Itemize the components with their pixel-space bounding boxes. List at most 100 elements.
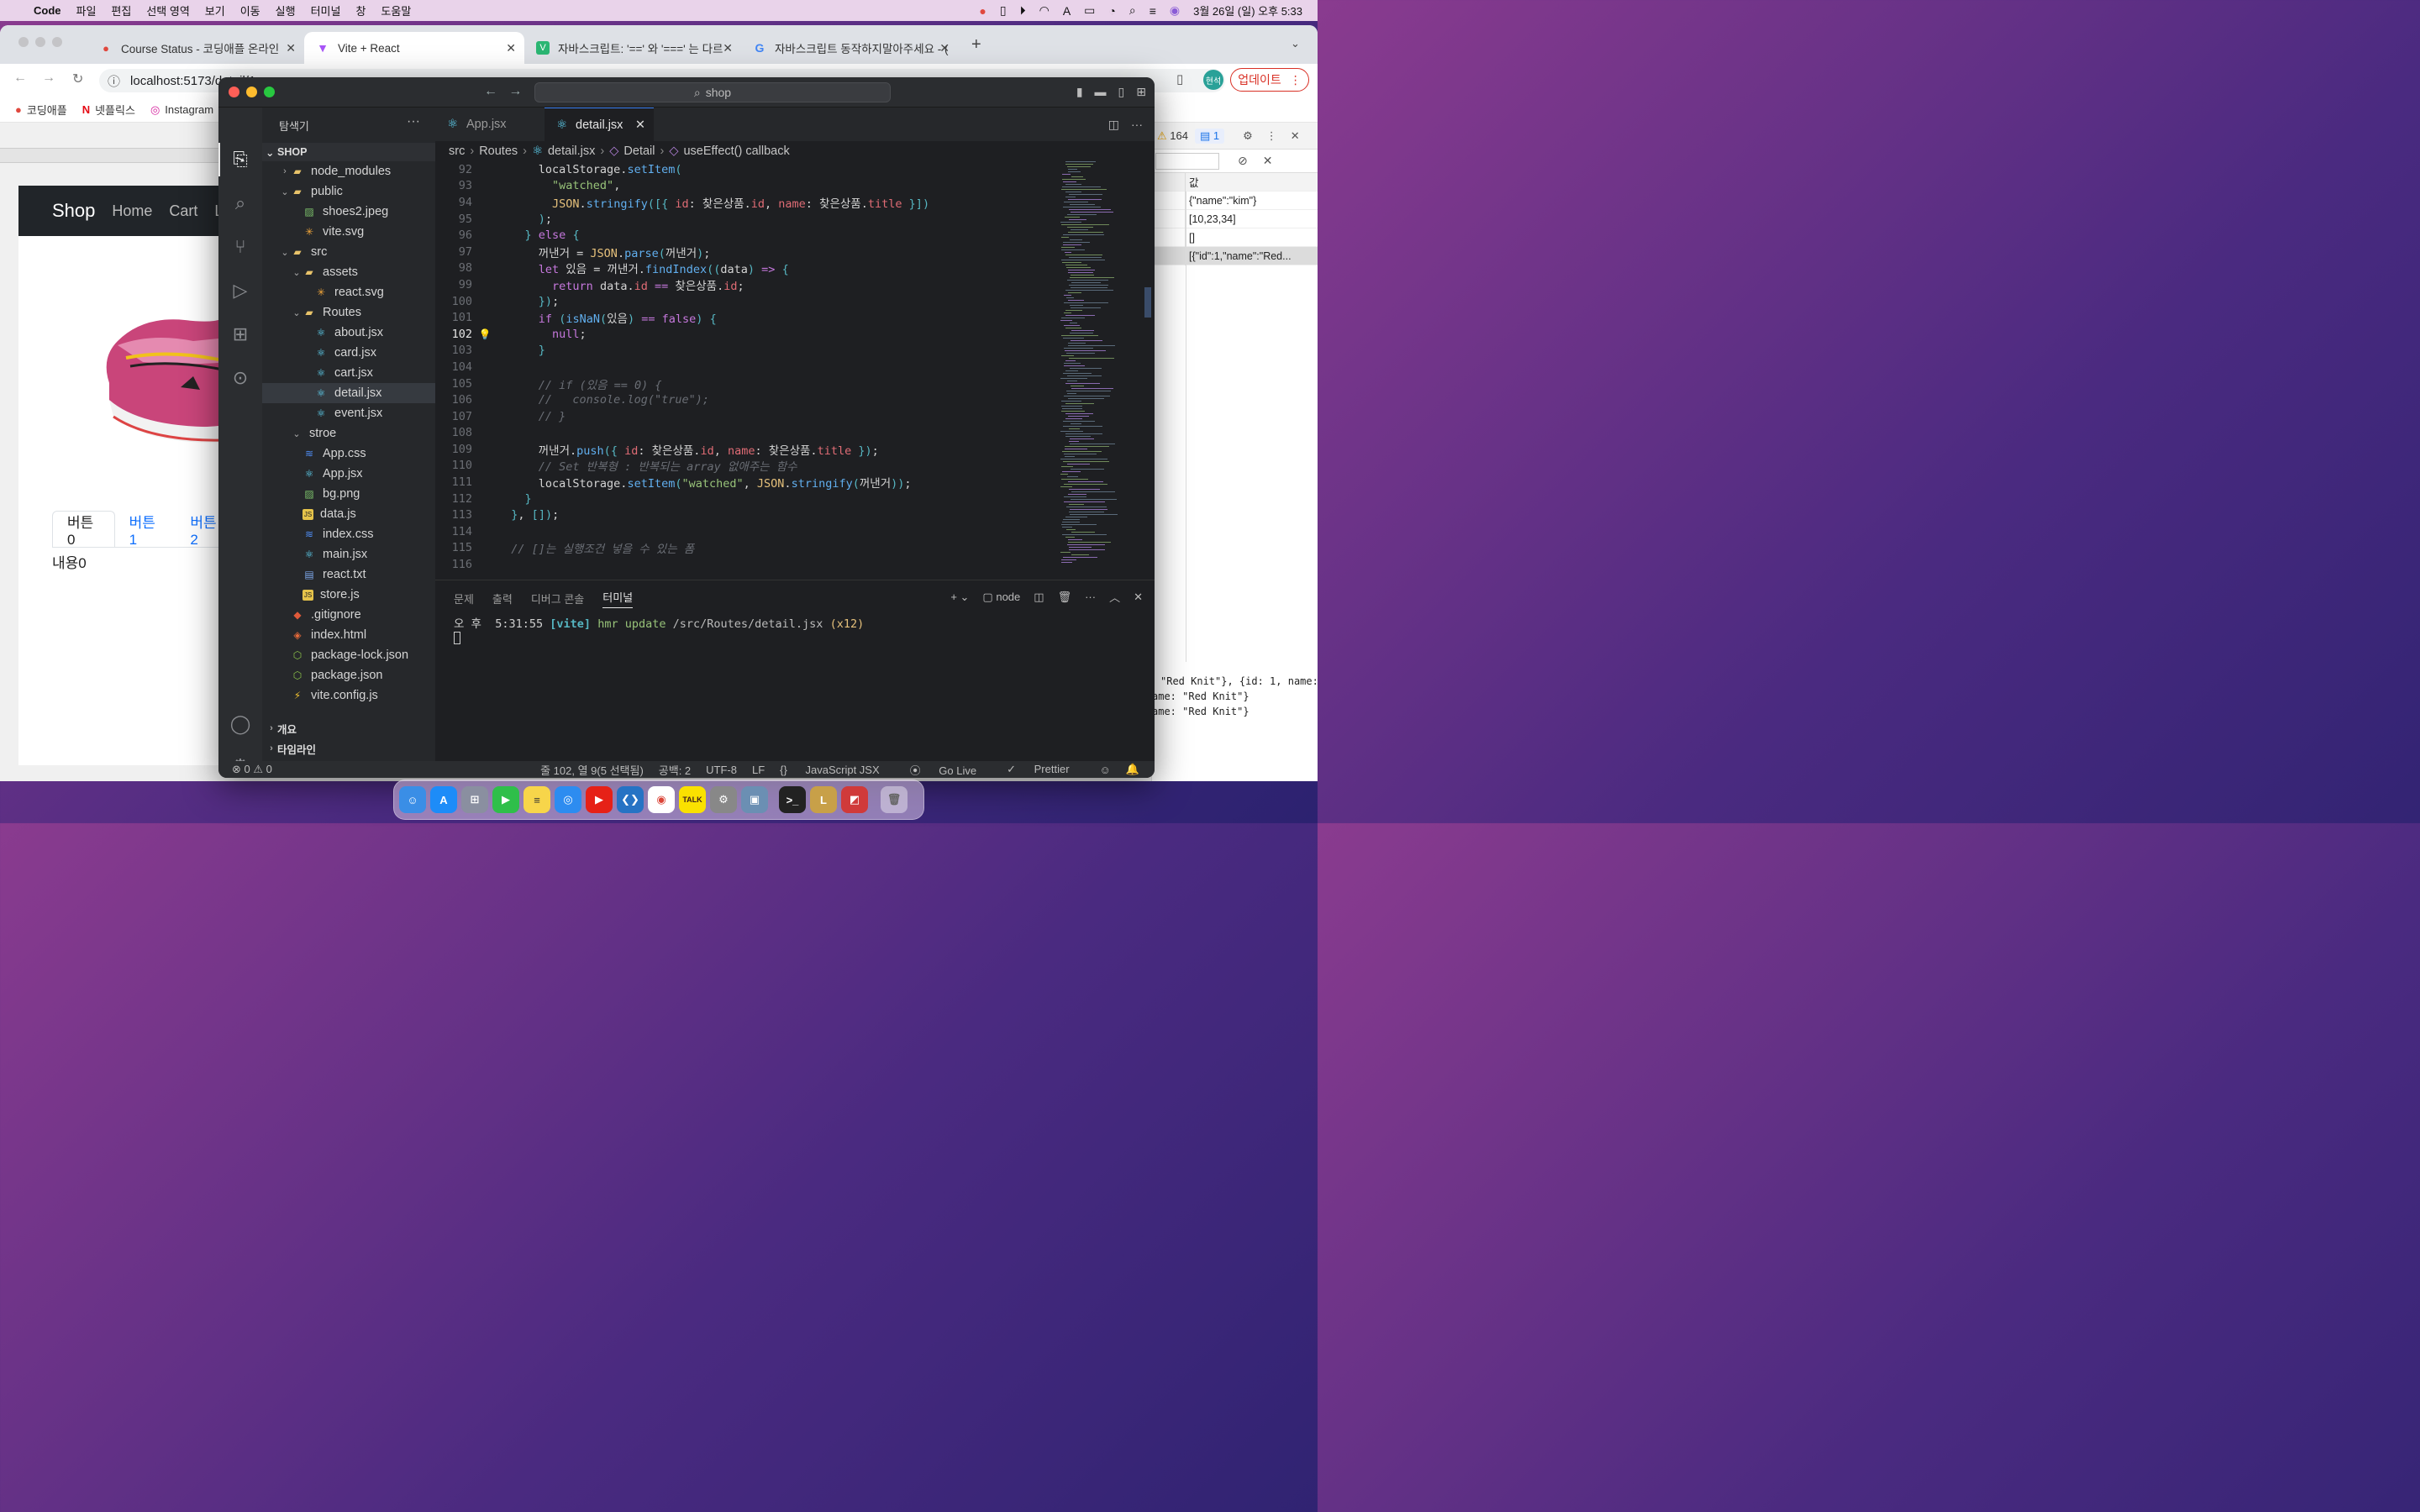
tree-item[interactable]: ▨ shoes2.jpeg — [262, 202, 435, 222]
tree-item[interactable]: ◈ index.html — [262, 625, 435, 645]
minimap[interactable] — [1057, 161, 1141, 580]
nav-home-link[interactable]: Home — [112, 202, 152, 220]
zoom-window-button[interactable] — [52, 37, 62, 47]
browser-tab-google-search[interactable]: G 자바스크립트 동작하지말아주세요 - ( ✕ — [741, 32, 958, 64]
play-icon[interactable]: ⏵ — [1020, 3, 1026, 18]
close-tab-icon[interactable]: ✕ — [723, 41, 733, 55]
search-icon[interactable]: ⌕ — [229, 192, 252, 215]
code-line[interactable]: 103 } — [435, 343, 1057, 360]
code-line[interactable]: 100 }); — [435, 293, 1057, 310]
close-devtools-icon[interactable]: ✕ — [1291, 129, 1300, 143]
account-icon[interactable]: ◯ — [229, 712, 252, 736]
tree-item[interactable]: ◆ .gitignore — [262, 605, 435, 625]
menu-window[interactable]: 창 — [355, 3, 366, 18]
indentation[interactable]: 공백: 2 — [659, 762, 691, 778]
battery-icon[interactable]: ▭ — [1084, 3, 1095, 18]
kakaotalk-icon[interactable]: TALK — [679, 786, 706, 813]
breadcrumb-callback[interactable]: useEffect() callback — [683, 144, 789, 158]
code-line[interactable]: 116 — [435, 556, 1057, 573]
navbar-brand[interactable]: Shop — [52, 200, 95, 222]
explorer-icon[interactable]: ⎘ — [229, 148, 252, 171]
code-line[interactable]: 109 꺼낸거.push({ id: 찾은상품.id, name: 찾은상품.t… — [435, 441, 1057, 458]
workspace-root[interactable]: ⌄ SHOP — [262, 143, 435, 161]
vscode-app-icon[interactable]: ❮❯ — [617, 786, 644, 813]
tree-item[interactable]: ⌄ stroe — [262, 423, 435, 444]
outline-section[interactable]: › 개요 — [262, 718, 435, 738]
tree-item[interactable]: ▤ react.txt — [262, 564, 435, 585]
tab-search-chevron-icon[interactable]: ⌄ — [1291, 37, 1300, 50]
code-line[interactable]: 110 // Set 반복형 : 반복되는 array 없애주는 함수 — [435, 458, 1057, 474]
system-settings-icon[interactable]: ⚙ — [710, 786, 737, 813]
panel-tab-output[interactable]: 출력 — [492, 591, 513, 606]
customize-layout-icon[interactable]: ⊞ — [1136, 85, 1146, 99]
nav-back-forward-icon[interactable]: ← → — [484, 84, 522, 99]
close-tab-icon[interactable]: ✕ — [635, 118, 645, 132]
tree-item[interactable]: ⌄ ▰ src — [262, 242, 435, 262]
tree-item[interactable]: ✳ react.svg — [262, 282, 435, 302]
breadcrumb-routes[interactable]: Routes — [479, 144, 518, 158]
tree-item[interactable]: ⚛ about.jsx — [262, 323, 435, 343]
panel-tab-terminal[interactable]: 터미널 — [602, 589, 634, 608]
facetime-icon[interactable]: ▶ — [492, 786, 519, 813]
siri-icon[interactable]: ◉ — [1170, 3, 1180, 18]
explorer-more-icon[interactable]: ··· — [407, 114, 420, 129]
tree-item[interactable]: ⚡ vite.config.js — [262, 685, 435, 706]
code-line[interactable]: 102 💡 null; — [435, 326, 1057, 343]
update-button[interactable]: 업데이트 ⋮ — [1230, 68, 1309, 92]
bookmark-instagram[interactable]: ◎ Instagram — [150, 103, 213, 117]
menubar-clock[interactable]: 3월 26일 (일) 오후 5:33 — [1193, 3, 1302, 18]
panel-tab-debug-console[interactable]: 디버그 콘솔 — [531, 591, 584, 606]
close-window-button[interactable] — [18, 37, 29, 47]
code-line[interactable]: 94 JSON.stringify([{ id: 찾은상품.id, name: … — [435, 194, 1057, 211]
back-icon[interactable]: ← — [13, 71, 27, 86]
code-line[interactable]: 104 — [435, 359, 1057, 375]
chrome-icon[interactable]: ◉ — [648, 786, 675, 813]
notes-icon[interactable]: ≡ — [523, 786, 550, 813]
go-live-button[interactable]: ⦿ Go Live — [910, 762, 992, 778]
menu-go[interactable]: 이동 — [240, 3, 260, 18]
code-line[interactable]: 97 꺼낸거 = JSON.parse(꺼낸거); — [435, 244, 1057, 260]
source-control-icon[interactable]: ⑂ — [229, 235, 252, 259]
menu-file[interactable]: 파일 — [76, 3, 97, 18]
feedback-icon[interactable]: ☺ — [1100, 764, 1111, 776]
terminal-output[interactable]: 오 후 5:31:55 [vite] hmr update /src/Route… — [454, 614, 864, 644]
problems-status[interactable]: ⊗ 0 ⚠ 0 — [232, 763, 272, 776]
youtube-icon[interactable]: ▶ — [586, 786, 613, 813]
control-center-icon[interactable]: ≡ — [1150, 4, 1156, 18]
profile-avatar[interactable]: 현석 — [1203, 70, 1223, 90]
editor-more-icon[interactable]: ··· — [1131, 118, 1143, 132]
minimize-window-button[interactable] — [35, 37, 45, 47]
code-line[interactable]: 93 "watched", — [435, 178, 1057, 195]
terminal-app-icon[interactable]: >_ — [779, 786, 806, 813]
notifications-bell-icon[interactable]: 🔔 — [1126, 763, 1139, 776]
page-info-icon[interactable]: ⓘ — [108, 72, 120, 90]
code-line[interactable]: 115 // []는 실행조건 넣을 수 있는 폼 — [435, 540, 1057, 556]
safari-icon[interactable]: ◎ — [555, 786, 581, 813]
code-line[interactable]: 98 let 있음 = 꺼낸거.findIndex((data) => { — [435, 260, 1057, 276]
settings-gear-icon[interactable]: ⚙ — [1243, 129, 1253, 143]
tree-item[interactable]: ⚛ App.jsx — [262, 464, 435, 484]
language-mode[interactable]: {} JavaScript JSX — [780, 764, 894, 776]
browser-tab-vite-react[interactable]: ▼ Vite + React ✕ — [304, 32, 524, 64]
toggle-secondary-sidebar-icon[interactable]: ▯ — [1118, 85, 1125, 99]
clear-all-icon[interactable]: ⊘ — [1238, 154, 1248, 168]
cursor-position[interactable]: 줄 102, 열 9(5 선택됨) — [540, 762, 644, 778]
close-tab-icon[interactable]: ✕ — [506, 41, 516, 55]
table-row[interactable]: [{"id":1,"name":"Red... — [1152, 246, 1318, 265]
trash-icon[interactable]: 🗑 — [881, 786, 908, 813]
terminal-more-icon[interactable]: ··· — [1085, 591, 1096, 603]
search-icon[interactable]: ⌕ — [1129, 3, 1136, 18]
new-tab-button[interactable]: + — [971, 35, 981, 55]
maximize-panel-icon[interactable]: ︿ — [1109, 589, 1120, 605]
code-line[interactable]: 111 localStorage.setItem("watched", JSON… — [435, 474, 1057, 491]
launchpad-icon[interactable]: ⊞ — [461, 786, 488, 813]
finder-icon[interactable]: ☺ — [399, 786, 426, 813]
headphones-icon[interactable]: ◠ — [1039, 3, 1050, 18]
page-tab-0[interactable]: 버튼0 — [52, 511, 115, 548]
command-center-search[interactable]: ⌕ shop — [534, 82, 891, 102]
league-icon[interactable]: L — [810, 786, 837, 813]
toggle-sidebar-icon[interactable]: ▮ — [1076, 85, 1083, 99]
line-endings[interactable]: LF — [752, 764, 765, 776]
browser-tab-course-status[interactable]: ● Course Status - 코딩애플 온라인 ✕ — [87, 32, 304, 64]
side-panel-icon[interactable]: ▯ — [1176, 71, 1183, 87]
